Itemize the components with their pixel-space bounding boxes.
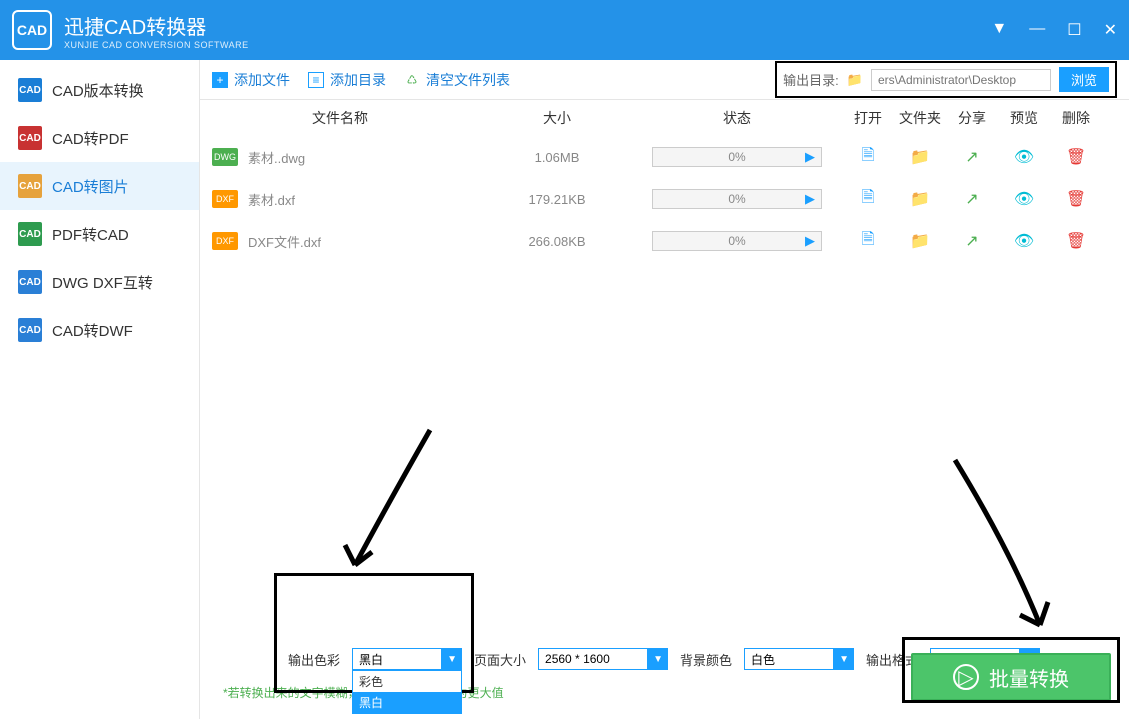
sidebar-item-label: PDF转CAD [52,224,129,245]
sidebar-icon: CAD [18,318,42,342]
play-icon[interactable]: ▶ [805,149,815,165]
th-size: 大小 [482,108,632,128]
folder-icon[interactable]: 📁 [910,149,930,166]
sidebar-icon: CAD [18,270,42,294]
color-option-color[interactable]: 彩色 [353,671,461,692]
open-icon[interactable]: 🗎 [862,189,875,206]
bg-label: 背景颜色 [680,650,732,669]
sidebar-item[interactable]: CAD CAD版本转换 [0,66,199,114]
th-open: 打开 [842,108,894,128]
add-dir-button[interactable]: ≡添加目录 [308,70,386,90]
sidebar-icon: CAD [18,174,42,198]
list-icon: ≡ [308,72,324,88]
color-label: 输出色彩 [288,650,340,669]
play-circle-icon: ▷ [953,664,979,690]
clear-list-button[interactable]: ♺清空文件列表 [404,70,510,90]
maximize-icon[interactable]: ☐ [1067,20,1081,40]
share-icon[interactable]: ↗ [965,191,978,208]
dropdown-icon[interactable]: ▼ [991,20,1007,40]
share-icon[interactable]: ↗ [965,149,978,166]
trash-icon[interactable]: 🗑 [1066,191,1086,208]
sidebar-item[interactable]: CAD CAD转图片 [0,162,199,210]
folder-icon: 📁 [847,72,863,88]
browse-button[interactable]: 浏览 [1059,67,1109,92]
batch-convert-button[interactable]: ▷ 批量转换 [911,653,1111,701]
open-icon[interactable]: 🗎 [862,231,875,248]
file-name-text: 素材.dxf [248,190,295,209]
th-name: 文件名称 [212,108,482,128]
eye-icon[interactable]: 👁 [1014,233,1034,250]
file-size: 266.08KB [482,234,632,249]
sidebar-item[interactable]: CAD CAD转DWF [0,306,199,354]
eye-icon[interactable]: 👁 [1014,191,1034,208]
app-title: 迅捷CAD转换器 [64,11,249,40]
th-status: 状态 [632,108,842,128]
table-row[interactable]: DWG 素材..dwg 1.06MB 0%▶ 🗎 📁 ↗ 👁 🗑 [200,136,1129,178]
sidebar-item-label: DWG DXF互转 [52,272,153,293]
plus-icon: + [212,72,228,88]
app-subtitle: XUNJIE CAD CONVERSION SOFTWARE [64,40,249,50]
play-icon[interactable]: ▶ [805,191,815,207]
bg-dropdown-btn[interactable]: ▼ [834,648,854,670]
sidebar-item[interactable]: CAD CAD转PDF [0,114,199,162]
file-type-badge: DXF [212,190,238,208]
bg-select[interactable] [744,648,834,670]
eye-icon[interactable]: 👁 [1014,149,1034,166]
th-delete: 删除 [1050,108,1102,128]
progress-bar[interactable]: 0%▶ [652,231,822,251]
file-size: 179.21KB [482,192,632,207]
file-name-text: DXF文件.dxf [248,232,321,251]
file-size: 1.06MB [482,150,632,165]
sidebar-icon: CAD [18,78,42,102]
trash-icon[interactable]: 🗑 [1066,233,1086,250]
output-dir-input[interactable] [871,69,1051,91]
output-dir-label: 输出目录: [783,70,839,89]
size-select[interactable] [538,648,648,670]
sidebar-item[interactable]: CAD PDF转CAD [0,210,199,258]
sidebar-icon: CAD [18,222,42,246]
color-dropdown-btn[interactable]: ▼ [442,648,462,670]
file-name-text: 素材..dwg [248,148,305,167]
size-label: 页面大小 [474,650,526,669]
progress-bar[interactable]: 0%▶ [652,189,822,209]
th-folder: 文件夹 [894,108,946,128]
trash-icon[interactable]: 🗑 [1066,149,1086,166]
play-icon[interactable]: ▶ [805,233,815,249]
open-icon[interactable]: 🗎 [862,147,875,164]
sidebar-icon: CAD [18,126,42,150]
size-dropdown-btn[interactable]: ▼ [648,648,668,670]
share-icon[interactable]: ↗ [965,233,978,250]
sidebar-item-label: CAD转DWF [52,320,133,341]
broom-icon: ♺ [404,72,420,88]
close-icon[interactable]: ✕ [1104,20,1117,40]
folder-icon[interactable]: 📁 [910,233,930,250]
color-select[interactable] [352,648,442,670]
table-row[interactable]: DXF DXF文件.dxf 266.08KB 0%▶ 🗎 📁 ↗ 👁 🗑 [200,220,1129,262]
table-row[interactable]: DXF 素材.dxf 179.21KB 0%▶ 🗎 📁 ↗ 👁 🗑 [200,178,1129,220]
file-type-badge: DWG [212,148,238,166]
app-logo-icon: CAD [12,10,52,50]
sidebar-item-label: CAD转PDF [52,128,129,149]
color-dropdown: 彩色 黑白 [352,670,462,714]
progress-bar[interactable]: 0%▶ [652,147,822,167]
th-share: 分享 [946,108,998,128]
th-preview: 预览 [998,108,1050,128]
sidebar-item-label: CAD版本转换 [52,80,144,101]
minimize-icon[interactable]: — [1029,20,1045,40]
sidebar-item[interactable]: CAD DWG DXF互转 [0,258,199,306]
sidebar-item-label: CAD转图片 [52,176,129,197]
add-file-button[interactable]: +添加文件 [212,70,290,90]
color-option-bw[interactable]: 黑白 [353,692,461,713]
file-type-badge: DXF [212,232,238,250]
folder-icon[interactable]: 📁 [910,191,930,208]
